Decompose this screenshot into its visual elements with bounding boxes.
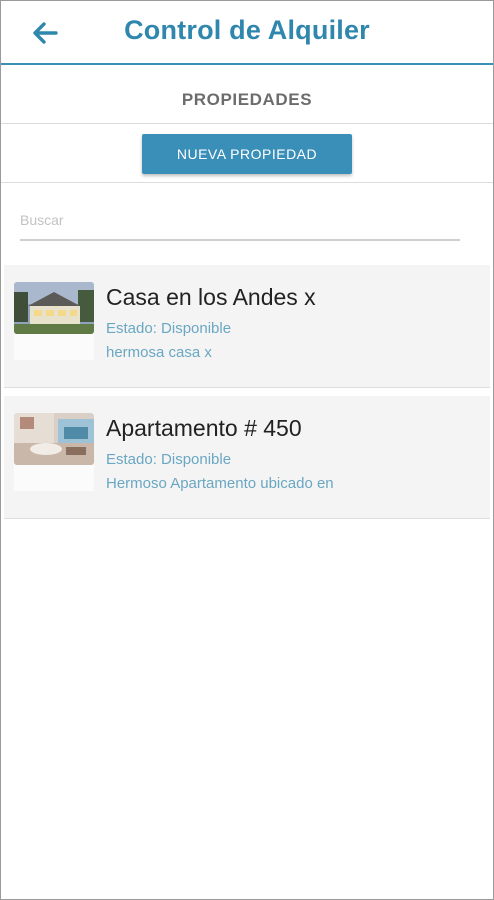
app-screen: Control de Alquiler PROPIEDADES NUEVA PR…: [0, 0, 494, 900]
property-name: Casa en los Andes x: [106, 284, 316, 310]
property-thumbnail: [14, 413, 94, 491]
app-bar: Control de Alquiler: [1, 1, 493, 65]
property-card[interactable]: Apartamento # 450 Estado: Disponible Her…: [4, 396, 490, 519]
property-description: Hermoso Apartamento ubicado en: [106, 475, 334, 492]
section-title: PROPIEDADES: [181, 90, 313, 109]
property-description: hermosa casa x: [106, 344, 212, 361]
property-name: Apartamento # 450: [106, 415, 302, 441]
property-status: Estado: Disponible: [106, 320, 232, 337]
property-thumbnail: [14, 282, 94, 360]
search-input[interactable]: [20, 201, 460, 241]
property-card[interactable]: Casa en los Andes x Estado: Disponible h…: [4, 265, 490, 388]
divider: [1, 123, 493, 124]
page-title: Control de Alquiler: [124, 15, 370, 45]
apartment-photo: [14, 413, 94, 465]
new-property-button[interactable]: NUEVA PROPIEDAD: [142, 134, 352, 174]
house-photo: [14, 282, 94, 334]
divider: [1, 182, 493, 183]
property-status: Estado: Disponible: [106, 451, 232, 468]
